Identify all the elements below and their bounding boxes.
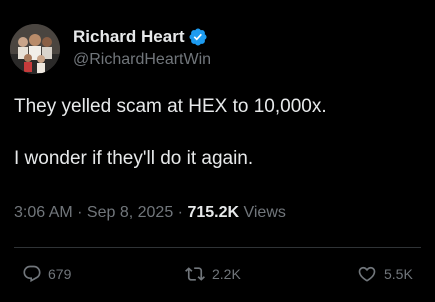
tweet-text-line-2: I wonder if they'll do it again. bbox=[14, 148, 254, 169]
tweet-time[interactable]: 3:06 AM bbox=[14, 204, 73, 221]
meta-separator: · bbox=[173, 204, 188, 221]
tweet-text-line-1: They yelled scam at HEX to 10,000x. bbox=[14, 96, 327, 117]
retweet-icon bbox=[185, 267, 205, 281]
divider bbox=[14, 247, 421, 248]
retweet-button[interactable]: 2.2K bbox=[184, 264, 241, 284]
tweet-meta: 3:06 AM · Sep 8, 2025 · 715.2K Views bbox=[14, 204, 286, 222]
reply-button[interactable]: 679 bbox=[22, 264, 71, 284]
tweet-card: Richard Heart @RichardHeartWin They yell… bbox=[0, 0, 435, 302]
meta-separator: · bbox=[72, 204, 87, 221]
author-handle[interactable]: @RichardHeartWin bbox=[73, 51, 211, 69]
reply-bubble-icon bbox=[23, 265, 41, 283]
author-display-name[interactable]: Richard Heart bbox=[73, 27, 184, 47]
reply-count: 679 bbox=[48, 266, 72, 282]
views-count[interactable]: 715.2K bbox=[187, 204, 239, 221]
retweet-count: 2.2K bbox=[212, 266, 241, 282]
views-label: Views bbox=[239, 204, 286, 221]
like-button[interactable]: 5.5K bbox=[356, 264, 413, 284]
like-count: 5.5K bbox=[384, 266, 413, 282]
author-avatar[interactable] bbox=[10, 24, 60, 74]
author-name-row: Richard Heart bbox=[73, 26, 211, 48]
tweet-date[interactable]: Sep 8, 2025 bbox=[87, 204, 173, 221]
author-block: Richard Heart @RichardHeartWin bbox=[73, 26, 211, 69]
verified-badge-icon[interactable] bbox=[188, 27, 208, 47]
tweet-text: They yelled scam at HEX to 10,000x. I wo… bbox=[14, 94, 424, 172]
group-photo-avatar-icon bbox=[10, 24, 60, 74]
heart-icon bbox=[358, 266, 376, 282]
